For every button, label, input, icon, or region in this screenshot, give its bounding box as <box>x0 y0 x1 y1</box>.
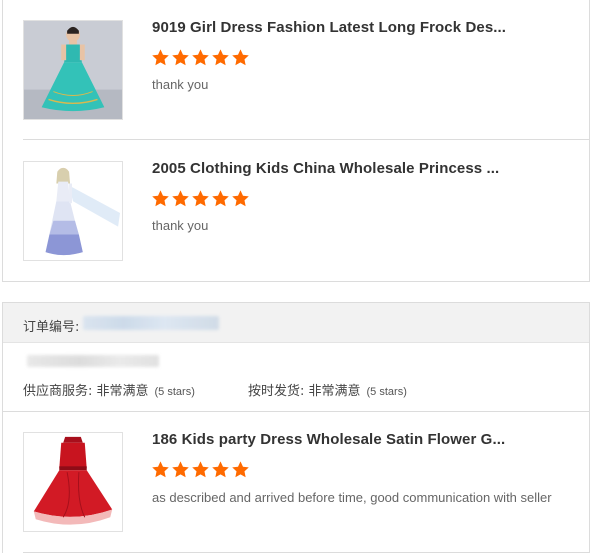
star-icon <box>151 48 170 67</box>
product-title[interactable]: 2005 Clothing Kids China Wholesale Princ… <box>152 160 499 177</box>
star-icon <box>231 48 250 67</box>
star-rating <box>151 460 250 479</box>
shipping-note: (5 stars) <box>366 386 407 398</box>
review-comment: thank you <box>152 77 209 92</box>
supplier-service-rating: 供应商服务: 非常满意 (5 stars) <box>23 380 195 399</box>
white-princess-dress-image[interactable] <box>23 161 123 261</box>
star-icon <box>151 189 170 208</box>
star-rating <box>151 189 250 208</box>
supplier-service-note: (5 stars) <box>154 386 195 398</box>
star-icon <box>171 460 190 479</box>
star-icon <box>231 460 250 479</box>
review-card-top: 9019 Girl Dress Fashion Latest Long Froc… <box>2 0 590 282</box>
divider <box>23 139 589 140</box>
star-icon <box>211 460 230 479</box>
star-icon <box>211 48 230 67</box>
order-review-card: 订单编号: 供应商服务: 非常满意 (5 stars) 按时发货: 非常满意 (5 … <box>2 302 590 553</box>
star-icon <box>191 460 210 479</box>
star-icon <box>171 189 190 208</box>
red-party-dress-image[interactable] <box>23 432 123 532</box>
star-icon <box>191 48 210 67</box>
star-icon <box>211 189 230 208</box>
star-icon <box>171 48 190 67</box>
review-comment: as described and arrived before time, go… <box>152 490 552 505</box>
redacted-text <box>27 355 159 367</box>
divider <box>3 411 589 412</box>
star-icon <box>151 460 170 479</box>
star-icon <box>231 189 250 208</box>
order-header: 订单编号: <box>3 303 589 343</box>
star-icon <box>191 189 210 208</box>
order-number-label: 订单编号: <box>23 320 80 335</box>
product-title[interactable]: 186 Kids party Dress Wholesale Satin Flo… <box>152 431 505 448</box>
review-comment: thank you <box>152 218 209 233</box>
supplier-service-label: 供应商服务: 非常满意 <box>23 384 149 399</box>
product-title[interactable]: 9019 Girl Dress Fashion Latest Long Froc… <box>152 19 506 36</box>
shipping-label: 按时发货: 非常满意 <box>248 384 361 399</box>
order-number-redacted <box>83 316 219 330</box>
shipping-rating: 按时发货: 非常满意 (5 stars) <box>248 380 407 399</box>
teal-princess-dress-image[interactable] <box>23 20 123 120</box>
star-rating <box>151 48 250 67</box>
